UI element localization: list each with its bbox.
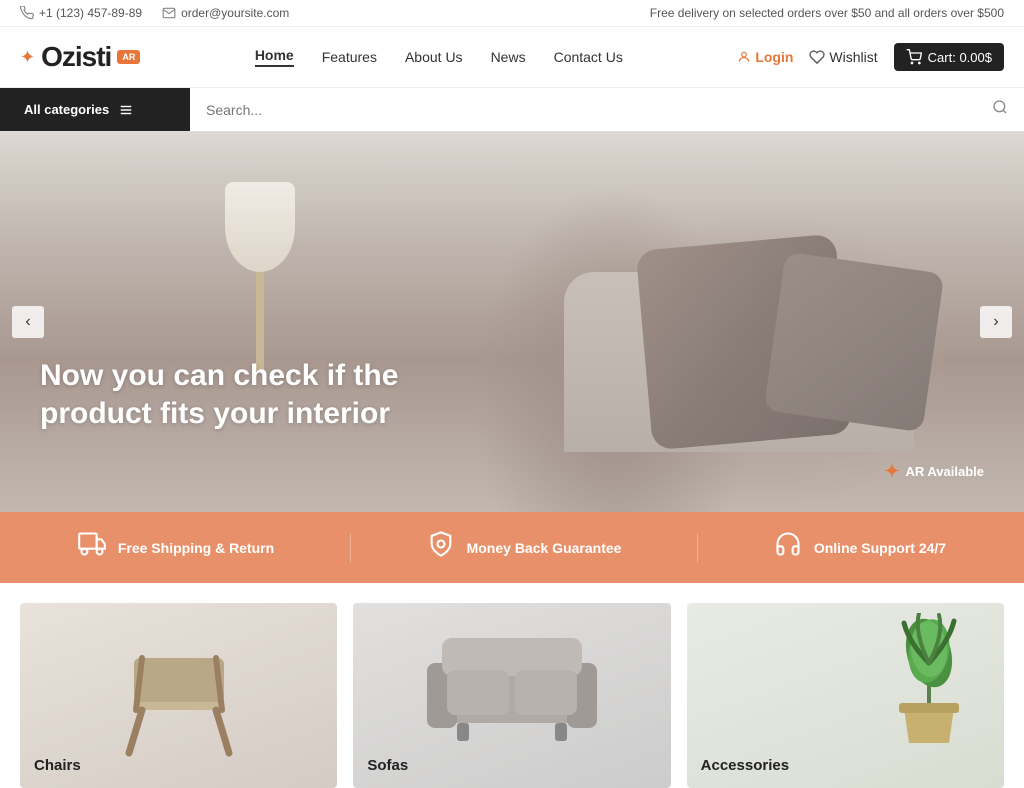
logo-ar-icon: ✦: [20, 47, 35, 68]
shield-icon: [427, 530, 455, 558]
hero-next-button[interactable]: ›: [980, 306, 1012, 338]
ar-icon: ✦: [884, 461, 899, 482]
hero-prev-button[interactable]: ‹: [12, 306, 44, 338]
nav-actions: Login Wishlist Cart: 0.00$: [737, 43, 1004, 71]
nav-news[interactable]: News: [491, 49, 526, 65]
plant-illustration: [879, 613, 979, 753]
products-grid: Chairs Sofas: [0, 583, 1024, 788]
wishlist-link[interactable]: Wishlist: [809, 49, 877, 65]
shipping-icon: [78, 530, 106, 565]
login-link[interactable]: Login: [737, 49, 793, 65]
nav-about[interactable]: About Us: [405, 49, 463, 65]
search-bar: All categories: [0, 88, 1024, 132]
lamp-decoration: [220, 182, 300, 382]
email-icon: [162, 6, 176, 20]
hero-headline: Now you can check if the product fits yo…: [40, 357, 460, 432]
feature-moneyback-label: Money Back Guarantee: [467, 540, 622, 556]
sofa-decoration: [564, 192, 944, 452]
chair-illustration: [114, 638, 244, 768]
feature-divider-1: [350, 533, 351, 563]
feature-moneyback: Money Back Guarantee: [427, 530, 622, 565]
logo-text: Ozisti: [41, 41, 111, 73]
phone-info: +1 (123) 457-89-89: [20, 6, 142, 20]
product-card-chairs[interactable]: Chairs: [20, 603, 337, 788]
logo[interactable]: ✦ Ozisti AR: [20, 41, 140, 73]
lamp-shade: [225, 182, 295, 272]
feature-support: Online Support 24/7: [774, 530, 946, 565]
feature-support-label: Online Support 24/7: [814, 540, 946, 556]
hero-banner: ‹ › Now you can check if the product fit…: [0, 132, 1024, 512]
feature-shipping: Free Shipping & Return: [78, 530, 274, 565]
phone-icon: [20, 6, 34, 20]
ar-available-badge: ✦ AR Available: [884, 461, 984, 482]
email-info: order@yoursite.com: [162, 6, 289, 20]
hamburger-icon: [119, 103, 133, 117]
accessories-label: Accessories: [701, 757, 789, 774]
product-card-sofas[interactable]: Sofas: [353, 603, 670, 788]
nav-home[interactable]: Home: [255, 47, 294, 67]
sofas-label: Sofas: [367, 757, 408, 774]
feature-shipping-label: Free Shipping & Return: [118, 540, 274, 556]
headset-icon: [774, 530, 802, 558]
pillow-secondary: [764, 252, 945, 433]
nav-contact[interactable]: Contact Us: [554, 49, 623, 65]
login-icon: [737, 50, 751, 64]
truck-icon: [78, 530, 106, 558]
chairs-label: Chairs: [34, 757, 81, 774]
promo-text: Free delivery on selected orders over $5…: [650, 6, 1004, 20]
product-card-accessories[interactable]: Accessories: [687, 603, 1004, 788]
cart-icon: [906, 49, 922, 65]
search-icon: [992, 99, 1008, 115]
top-bar-left: +1 (123) 457-89-89 order@yoursite.com: [20, 6, 289, 20]
heart-icon: [809, 49, 825, 65]
top-bar: +1 (123) 457-89-89 order@yoursite.com Fr…: [0, 0, 1024, 27]
header: ✦ Ozisti AR Home Features About Us News …: [0, 27, 1024, 88]
hero-text: Now you can check if the product fits yo…: [40, 357, 460, 432]
support-icon: [774, 530, 802, 565]
sofa-illustration: [412, 618, 612, 748]
cart-link[interactable]: Cart: 0.00$: [894, 43, 1004, 71]
nav-features[interactable]: Features: [322, 49, 377, 65]
features-bar: Free Shipping & Return Money Back Guaran…: [0, 512, 1024, 583]
categories-button[interactable]: All categories: [0, 88, 190, 131]
search-button[interactable]: [992, 99, 1008, 120]
search-input-wrapper: [190, 99, 1024, 120]
feature-divider-2: [697, 533, 698, 563]
search-input[interactable]: [206, 102, 992, 118]
logo-ar-badge: AR: [117, 50, 140, 64]
moneyback-icon: [427, 530, 455, 565]
main-nav: Home Features About Us News Contact Us: [255, 47, 623, 67]
